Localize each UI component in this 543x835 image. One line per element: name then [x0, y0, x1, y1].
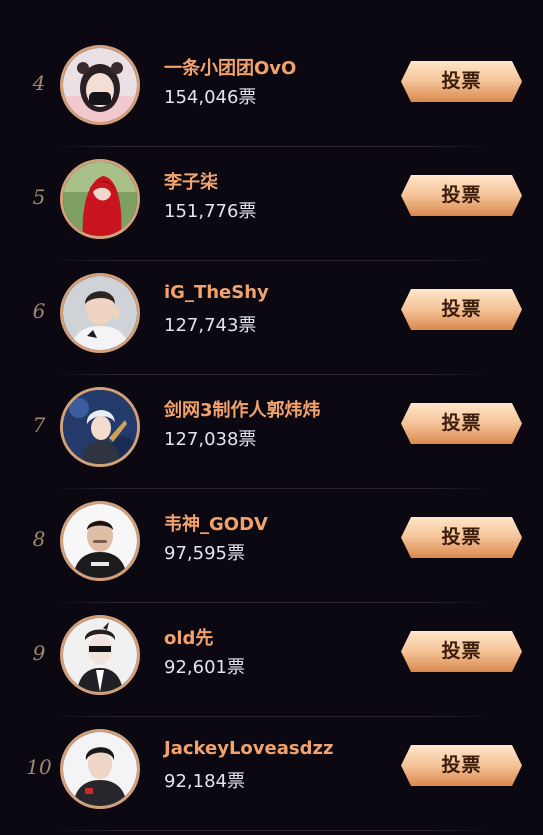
ranking-row: 8 韦神_GODV 97,595票 投票 [0, 489, 543, 603]
rank-number: 6 [32, 299, 46, 323]
vote-count: 92,601票 [164, 657, 245, 678]
streamer-name: 李子柒 [164, 172, 218, 193]
young-man-avatar-icon [63, 276, 137, 350]
rank-number: 8 [32, 527, 46, 551]
girl-masked-avatar-icon [63, 48, 137, 122]
avatar[interactable] [60, 387, 140, 467]
vote-button[interactable]: 投票 [401, 61, 522, 102]
avatar[interactable] [60, 45, 140, 125]
avatar[interactable] [60, 159, 140, 239]
vote-button-label: 投票 [441, 298, 482, 320]
ranking-row: 10 JackeyLoveasdzz 92,184票 投票 [0, 717, 543, 831]
streamer-name: 一条小团团OvO [164, 58, 297, 79]
vote-button-label: 投票 [441, 754, 482, 776]
vote-count: 97,595票 [164, 543, 245, 564]
rank-number: 10 [26, 755, 52, 779]
vote-count: 127,743票 [164, 315, 257, 336]
player-jersey-avatar-icon [63, 732, 137, 806]
rank-number: 7 [32, 413, 46, 437]
vote-button[interactable]: 投票 [401, 745, 522, 786]
avatar[interactable] [60, 615, 140, 695]
rank-number: 4 [32, 71, 46, 95]
ranking-row: 9 old先 92,601票 投票 [0, 603, 543, 717]
ranking-row: 6 iG_TheShy 127,743票 投票 [0, 261, 543, 375]
vote-button[interactable]: 投票 [401, 175, 522, 216]
vote-button-label: 投票 [441, 412, 482, 434]
avatar[interactable] [60, 273, 140, 353]
vote-count: 92,184票 [164, 771, 245, 792]
ranking-row: 5 李子柒 151,776票 投票 [0, 147, 543, 261]
ranking-row: 4 一条小团团OvO 154,046票 投票 [0, 33, 543, 147]
vote-button[interactable]: 投票 [401, 631, 522, 672]
avatar[interactable] [60, 729, 140, 809]
red-hood-avatar-icon [63, 162, 137, 236]
rank-number: 5 [32, 185, 46, 209]
streamer-name: 剑网3制作人郭炜炜 [164, 400, 321, 421]
vote-count: 154,046票 [164, 87, 257, 108]
vote-button[interactable]: 投票 [401, 517, 522, 558]
streamer-name: JackeyLoveasdzz [164, 738, 334, 759]
row-divider [48, 830, 495, 831]
avatar[interactable] [60, 501, 140, 581]
ranking-list: 4 一条小团团OvO 154,046票 投票 5 李子柒 151,776票 投票… [0, 0, 543, 835]
man-jersey-avatar-icon [63, 504, 137, 578]
vote-button-label: 投票 [441, 526, 482, 548]
anime-character-avatar-icon [63, 390, 137, 464]
vote-button-label: 投票 [441, 640, 482, 662]
streamer-name: 韦神_GODV [164, 514, 268, 535]
rank-number: 9 [32, 641, 46, 665]
streamer-name: iG_TheShy [164, 282, 269, 303]
vote-button[interactable]: 投票 [401, 403, 522, 444]
vote-count: 151,776票 [164, 201, 257, 222]
suited-figure-avatar-icon [63, 618, 137, 692]
streamer-name: old先 [164, 628, 214, 649]
vote-button[interactable]: 投票 [401, 289, 522, 330]
vote-button-label: 投票 [441, 184, 482, 206]
vote-count: 127,038票 [164, 429, 257, 450]
ranking-row: 7 剑网3制作人郭炜炜 127,038票 投票 [0, 375, 543, 489]
vote-button-label: 投票 [441, 70, 482, 92]
